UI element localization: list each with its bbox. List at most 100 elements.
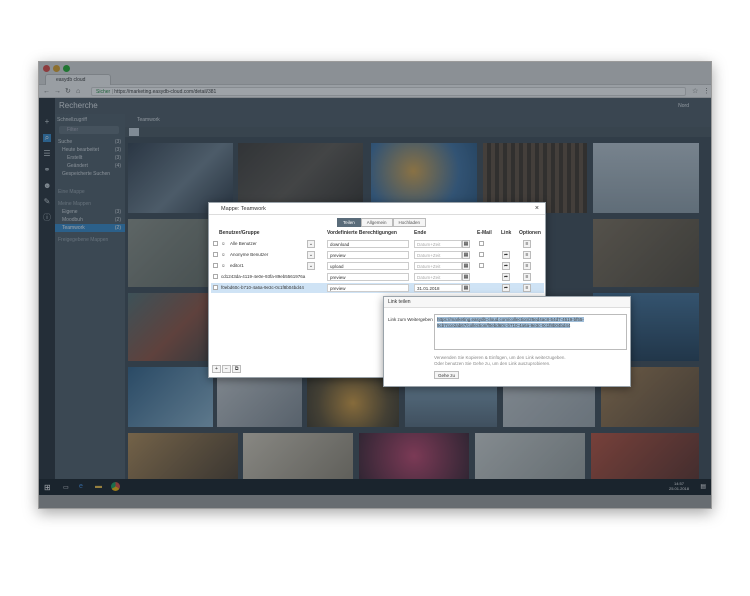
share-icon[interactable]: ⚭ (43, 166, 51, 174)
calendar-icon[interactable]: ▦ (462, 251, 470, 259)
permission-select[interactable]: preview (327, 284, 409, 292)
tab-hochladen[interactable]: Hochladen (392, 218, 427, 227)
permission-select[interactable]: preview (327, 251, 409, 259)
url-field[interactable]: Sicher | https://marketing.easydb-cloud.… (91, 87, 686, 96)
end-date-input[interactable]: Datum+Zeit (414, 262, 462, 270)
filter-input[interactable]: Filter (59, 126, 119, 134)
plus-icon[interactable]: + (43, 118, 51, 126)
row-select-checkbox[interactable] (213, 263, 218, 268)
edge-icon[interactable]: e (79, 483, 83, 490)
thumbnail[interactable] (128, 367, 213, 427)
thumbnail[interactable] (593, 143, 699, 213)
sidebar-item-shared[interactable]: Freigegebene Mappen (55, 236, 125, 244)
table-row[interactable]: ☺ editor1 ⌄ upload Datum+Zeit ▦ ➦ ≡ (211, 261, 544, 271)
sidebar-item-meine-mappen[interactable]: Meine Mappen (55, 200, 125, 208)
sidebar-item-eine-mappe[interactable]: Eine Mappe (55, 188, 125, 196)
maximize-window-icon[interactable] (63, 65, 70, 72)
copy-button[interactable]: ⧉ (231, 365, 242, 373)
sidebar-item-erstellt[interactable]: Erstellt (3) (55, 154, 125, 162)
table-row[interactable]: f0ebd60c-b710-4a6a-9e3c-0c1f8b04bd44 prev… (211, 283, 544, 293)
remove-button[interactable]: − (221, 365, 231, 373)
options-menu-icon[interactable]: ≡ (523, 262, 531, 270)
chevron-down-icon[interactable]: ⌄ (307, 240, 315, 248)
sidebar-item-teamwork[interactable]: Teamwork (2) (55, 224, 125, 232)
thumbnail[interactable] (475, 433, 585, 479)
share-link-icon[interactable]: ➦ (502, 284, 510, 292)
thumbnail[interactable] (128, 433, 238, 479)
row-select-checkbox[interactable] (213, 241, 218, 246)
menu-icon[interactable]: ⋮ (703, 87, 710, 96)
page-title: Recherche (59, 101, 98, 110)
options-menu-icon[interactable]: ≡ (523, 273, 531, 281)
search-icon[interactable]: ⌕ (43, 134, 51, 142)
column-header-email: E-Mail (477, 230, 492, 236)
share-link-icon[interactable]: ➦ (502, 273, 510, 281)
thumbnail[interactable] (591, 433, 699, 479)
back-icon[interactable]: ← (43, 87, 50, 96)
end-date-input[interactable]: 31.01.2018 (414, 284, 462, 292)
end-date-input[interactable]: Datum+Zeit (414, 273, 462, 281)
sidebar-item-geaendert[interactable]: Geändert (4) (55, 162, 125, 170)
email-checkbox[interactable] (479, 263, 484, 268)
email-checkbox[interactable] (479, 241, 484, 246)
reload-icon[interactable]: ↻ (65, 87, 71, 96)
chevron-down-icon[interactable]: ⌄ (307, 251, 315, 259)
table-row[interactable]: cd1243da-4119-4e0e-93fa-89eb5561976a prev… (211, 272, 544, 282)
end-date-input[interactable]: Datum+Zeit (414, 251, 462, 259)
sidebar-item-eigene[interactable]: Eigene (3) (55, 208, 125, 216)
sidebar-item-heute[interactable]: Heute bearbeitet (3) (55, 146, 125, 154)
clock[interactable]: 14:57 25.01.2018 (669, 481, 689, 491)
sidebar-item-suche[interactable]: Suche (3) (55, 138, 125, 146)
thumbnail[interactable] (243, 433, 353, 479)
calendar-icon[interactable]: ▦ (462, 284, 470, 292)
row-select-checkbox[interactable] (213, 274, 218, 279)
notifications-icon[interactable]: ▤ (700, 483, 706, 490)
calendar-icon[interactable]: ▦ (462, 273, 470, 281)
user-icon: ☺ (221, 263, 226, 268)
email-checkbox[interactable] (479, 252, 484, 257)
calendar-icon[interactable]: ▦ (462, 240, 470, 248)
share-link-icon[interactable]: ➦ (502, 251, 510, 259)
end-date-input[interactable]: Datum+Zeit (414, 240, 462, 248)
permission-select[interactable]: preview (327, 273, 409, 281)
calendar-icon[interactable]: ▦ (462, 262, 470, 270)
share-link-icon[interactable]: ➦ (502, 262, 510, 270)
users-icon[interactable]: ☻ (43, 182, 51, 190)
forward-icon[interactable]: → (54, 87, 61, 96)
row-select-checkbox[interactable] (213, 285, 218, 290)
task-view-icon[interactable]: ▭ (63, 484, 69, 491)
options-menu-icon[interactable]: ≡ (523, 251, 531, 259)
explorer-icon[interactable]: ▬ (95, 483, 102, 490)
table-row[interactable]: ☺ Anonyme Benutzer ⌄ preview Datum+Zeit ▦ ➦ ≡ (211, 250, 544, 260)
chevron-down-icon[interactable]: ⌄ (307, 262, 315, 270)
share-link-label: Link zum Weitergeben (388, 317, 433, 322)
goto-button[interactable]: Gehe zu (434, 371, 460, 379)
close-icon[interactable]: × (535, 203, 539, 215)
add-button[interactable]: + (212, 365, 221, 373)
permission-select[interactable]: download (327, 240, 409, 248)
grid-view-icon[interactable] (129, 128, 139, 136)
minimize-window-icon[interactable] (53, 65, 60, 72)
user-menu[interactable]: Nord (678, 98, 689, 114)
close-window-icon[interactable] (43, 65, 50, 72)
tab-allgemein[interactable]: Allgemein (360, 218, 393, 227)
permission-select[interactable]: upload (327, 262, 409, 270)
star-icon[interactable]: ☆ (692, 87, 698, 96)
windows-start-icon[interactable]: ⊞ (44, 483, 51, 492)
browser-tab[interactable]: easydb cloud (45, 74, 111, 85)
share-link-textarea[interactable]: https://marketing.easydb-cloud.com/colle… (434, 314, 627, 350)
thumbnail[interactable] (593, 219, 699, 287)
table-row[interactable]: ☺ Alle Benutzer ⌄ download Datum+Zeit ▦ ≡ (211, 239, 544, 249)
chrome-icon[interactable] (111, 482, 120, 491)
info-icon[interactable]: ⓘ (43, 214, 51, 222)
sidebar-item-moodbuh[interactable]: Moodbuh (2) (55, 216, 125, 224)
options-menu-icon[interactable]: ≡ (523, 240, 531, 248)
tab-teilen[interactable]: Teilen (337, 218, 361, 227)
tools-icon[interactable]: ✎ (43, 198, 51, 206)
thumbnail[interactable] (359, 433, 469, 479)
options-menu-icon[interactable]: ≡ (523, 284, 531, 292)
row-select-checkbox[interactable] (213, 252, 218, 257)
home-icon[interactable]: ⌂ (76, 87, 80, 96)
list-icon[interactable]: ☰ (43, 150, 51, 158)
sidebar-item-saved-searches[interactable]: Gespeicherte Suchen (55, 170, 125, 178)
